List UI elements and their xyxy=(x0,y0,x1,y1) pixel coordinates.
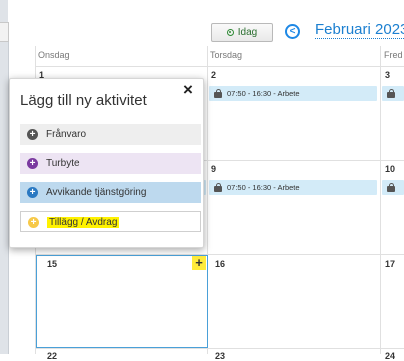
option-label: Tillägg / Avdrag xyxy=(47,217,120,228)
day-number[interactable]: 23 xyxy=(215,351,225,361)
option-franvaro[interactable]: + Frånvaro xyxy=(20,124,201,145)
search-input-edge[interactable] xyxy=(0,22,9,42)
day-number[interactable]: 16 xyxy=(215,259,225,269)
day-header-friday: Fred xyxy=(384,50,403,60)
previous-month-button[interactable]: < xyxy=(285,24,300,39)
option-label: Turbyte xyxy=(46,158,80,169)
shift-entry[interactable]: 07:50 - 16:30 - Arbete xyxy=(209,180,377,195)
day-header-wednesday: Onsdag xyxy=(38,50,70,60)
add-activity-popup: Lägg till ny aktivitet × + Frånvaro + Tu… xyxy=(9,78,204,248)
month-title[interactable]: Februari 2023 xyxy=(315,21,404,39)
left-frame-border xyxy=(0,0,9,354)
selected-day-cell[interactable] xyxy=(36,255,208,348)
lock-icon xyxy=(214,89,222,98)
shift-entry[interactable] xyxy=(382,180,404,195)
popup-title: Lägg till ny aktivitet xyxy=(20,92,147,109)
day-header-thursday: Torsdag xyxy=(210,50,243,60)
today-button-label: Idag xyxy=(237,27,258,38)
grid-line xyxy=(35,66,404,67)
day-number[interactable]: 22 xyxy=(47,351,57,361)
grid-line xyxy=(380,46,381,354)
option-tillagg-avdrag[interactable]: + Tillägg / Avdrag xyxy=(20,211,201,232)
option-label: Avvikande tjänstgöring xyxy=(46,187,147,198)
day-number[interactable]: 3 xyxy=(385,70,390,80)
chevron-left-icon: < xyxy=(289,25,296,37)
day-number[interactable]: 2 xyxy=(211,70,216,80)
shift-label: 07:50 - 16:30 - Arbete xyxy=(227,183,300,192)
day-number[interactable]: 10 xyxy=(385,164,395,174)
option-avvikande-tjanstgoring[interactable]: + Avvikande tjänstgöring xyxy=(20,182,201,203)
lock-icon xyxy=(387,183,395,192)
day-number[interactable]: 17 xyxy=(385,259,395,269)
today-button[interactable]: Idag xyxy=(211,23,273,42)
target-icon xyxy=(226,29,234,36)
day-number[interactable]: 9 xyxy=(211,164,216,174)
day-number[interactable]: 24 xyxy=(385,351,395,361)
shift-entry[interactable] xyxy=(382,86,404,101)
close-icon[interactable]: × xyxy=(183,81,193,98)
plus-circle-icon: + xyxy=(27,158,38,169)
lock-icon xyxy=(214,183,222,192)
add-activity-button[interactable]: + xyxy=(192,256,206,270)
plus-circle-icon: + xyxy=(27,129,38,140)
grid-line xyxy=(35,348,404,349)
shift-entry[interactable]: 07:50 - 16:30 - Arbete xyxy=(209,86,377,101)
option-label: Frånvaro xyxy=(46,129,87,140)
shift-label: 07:50 - 16:30 - Arbete xyxy=(227,89,300,98)
lock-icon xyxy=(387,89,395,98)
plus-circle-icon: + xyxy=(27,187,38,198)
day-number[interactable]: 15 xyxy=(47,259,57,269)
plus-circle-icon: + xyxy=(28,217,39,228)
option-turbyte[interactable]: + Turbyte xyxy=(20,153,201,174)
